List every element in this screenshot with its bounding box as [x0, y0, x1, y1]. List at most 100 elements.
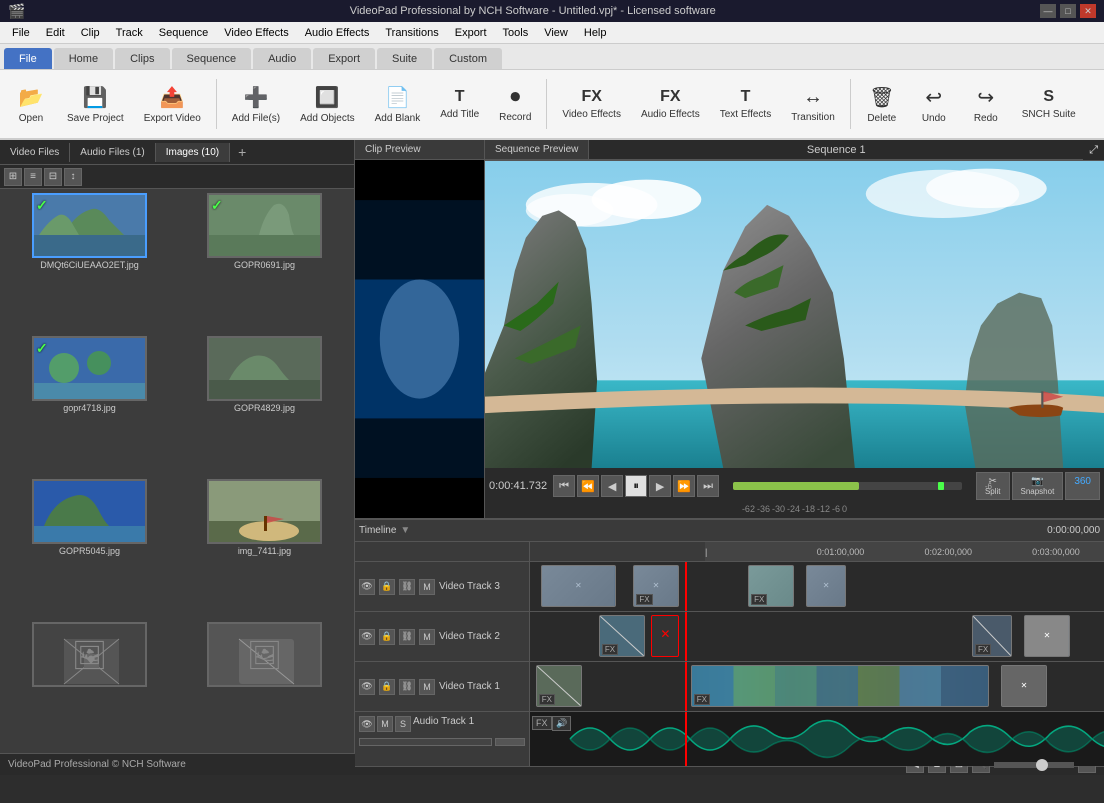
- thumbnail-item-0[interactable]: ✓DMQt6CiUEAAO2ET.jpg: [4, 193, 175, 332]
- file-tab-images--10-[interactable]: Images (10): [156, 143, 230, 162]
- undo-button[interactable]: ↩Undo: [909, 74, 959, 134]
- track3-mute-btn[interactable]: M: [419, 579, 435, 595]
- thumbnail-item-5[interactable]: img_7411.jpg: [179, 479, 350, 618]
- video-effects-button[interactable]: FXVideo Effects: [553, 74, 630, 134]
- track3-clip-4[interactable]: ✕: [806, 565, 846, 607]
- audio-speaker-btn[interactable]: 🔊: [552, 716, 571, 731]
- audio-eye-btn[interactable]: 👁: [359, 716, 375, 732]
- track3-lock-btn[interactable]: 🔒: [379, 579, 395, 595]
- menu-track[interactable]: Track: [108, 22, 151, 43]
- audio-pan-bar[interactable]: [495, 738, 525, 746]
- track2-clip-4[interactable]: ✕: [1024, 615, 1070, 657]
- audio-volume-bar[interactable]: [359, 738, 492, 746]
- play-pause-button[interactable]: ⏸: [625, 475, 647, 497]
- ribbon-tab-suite[interactable]: Suite: [377, 48, 432, 69]
- detail-view-btn[interactable]: ⊟: [44, 168, 62, 186]
- prev-frame-button[interactable]: ⏪: [577, 475, 599, 497]
- thumbnail-item-3[interactable]: GOPR4829.jpg: [179, 336, 350, 475]
- menu-transitions[interactable]: Transitions: [377, 22, 446, 43]
- track1-mute-btn[interactable]: M: [419, 679, 435, 695]
- open-button[interactable]: 📂Open: [6, 74, 56, 134]
- menu-view[interactable]: View: [536, 22, 576, 43]
- audio-fx-btn[interactable]: FX: [532, 716, 552, 730]
- track2-clip-2[interactable]: ✕: [651, 615, 680, 657]
- menu-video-effects[interactable]: Video Effects: [216, 22, 296, 43]
- file-tab-video-files[interactable]: Video Files: [0, 143, 70, 162]
- add-title-button[interactable]: TAdd Title: [431, 74, 488, 134]
- track1-clip-3[interactable]: ✕: [1001, 665, 1047, 707]
- menu-edit[interactable]: Edit: [38, 22, 73, 43]
- track1-clip-1[interactable]: FX: [536, 665, 582, 707]
- progress-bar[interactable]: -6: [733, 482, 962, 490]
- ribbon-tab-sequence[interactable]: Sequence: [172, 48, 252, 69]
- thumbnail-item-2[interactable]: ✓gopr4718.jpg: [4, 336, 175, 475]
- track3-clip-1[interactable]: ✕: [541, 565, 616, 607]
- track3-clip-2[interactable]: ✕ FX: [633, 565, 679, 607]
- add-files-button[interactable]: ➕Add File(s): [223, 74, 289, 134]
- thumbnail-view-btn[interactable]: ⊞: [4, 168, 22, 186]
- ribbon-tab-file[interactable]: File: [4, 48, 52, 69]
- ribbon-tab-export[interactable]: Export: [313, 48, 375, 69]
- track2-clip-3[interactable]: FX: [972, 615, 1012, 657]
- audio-mute-btn[interactable]: M: [377, 716, 393, 732]
- menu-export[interactable]: Export: [447, 22, 495, 43]
- track3-eye-btn[interactable]: 👁: [359, 579, 375, 595]
- audio-solo-btn[interactable]: S: [395, 716, 411, 732]
- menu-help[interactable]: Help: [576, 22, 615, 43]
- zoom-slider[interactable]: [994, 762, 1074, 768]
- maximize-button[interactable]: □: [1060, 4, 1076, 18]
- track1-clip-2[interactable]: FX: [691, 665, 989, 707]
- menu-clip[interactable]: Clip: [73, 22, 108, 43]
- goto-start-button[interactable]: ⏮: [553, 475, 575, 497]
- thumbnail-item-1[interactable]: ✓GOPR0691.jpg: [179, 193, 350, 332]
- save-project-button[interactable]: 💾Save Project: [58, 74, 133, 134]
- thumbnail-item-4[interactable]: GOPR5045.jpg: [4, 479, 175, 618]
- menu-tools[interactable]: Tools: [495, 22, 537, 43]
- add-file-tab-button[interactable]: +: [230, 140, 254, 164]
- record-button[interactable]: ⏺Record: [490, 74, 540, 134]
- thumbnail-item-7[interactable]: 🖼: [179, 622, 350, 749]
- menu-file[interactable]: File: [4, 22, 38, 43]
- delete-button[interactable]: 🗑Delete: [857, 74, 907, 134]
- ribbon-tab-clips[interactable]: Clips: [115, 48, 169, 69]
- close-button[interactable]: ✕: [1080, 4, 1096, 18]
- ribbon-tab-custom[interactable]: Custom: [434, 48, 502, 69]
- file-tab-audio-files--1-[interactable]: Audio Files (1): [70, 143, 155, 162]
- track2-lock-btn[interactable]: 🔒: [379, 629, 395, 645]
- track3-link-btn[interactable]: ⛓: [399, 579, 415, 595]
- clip-preview-tab[interactable]: Clip Preview: [355, 140, 484, 160]
- next-frame-button[interactable]: ⏩: [673, 475, 695, 497]
- track1-link-btn[interactable]: ⛓: [399, 679, 415, 695]
- 360-button[interactable]: 360: [1065, 472, 1100, 500]
- add-objects-button[interactable]: 🔲Add Objects: [291, 74, 363, 134]
- redo-button[interactable]: ↪Redo: [961, 74, 1011, 134]
- menu-sequence[interactable]: Sequence: [151, 22, 217, 43]
- export-video-button[interactable]: 📤Export Video: [135, 74, 210, 134]
- track2-mute-btn[interactable]: M: [419, 629, 435, 645]
- minimize-button[interactable]: —: [1040, 4, 1056, 18]
- track2-link-btn[interactable]: ⛓: [399, 629, 415, 645]
- split-button[interactable]: ✂Split: [976, 472, 1010, 500]
- sequence-preview-tab[interactable]: Sequence Preview: [485, 140, 589, 160]
- track2-eye-btn[interactable]: 👁: [359, 629, 375, 645]
- list-view-btn[interactable]: ≡: [24, 168, 42, 186]
- ribbon-tab-home[interactable]: Home: [54, 48, 113, 69]
- ribbon-tab-audio[interactable]: Audio: [253, 48, 311, 69]
- track2-clip-1[interactable]: FX: [599, 615, 645, 657]
- add-blank-button[interactable]: 📄Add Blank: [366, 74, 430, 134]
- snapshot-button[interactable]: 📷Snapshot: [1012, 472, 1064, 500]
- track1-lock-btn[interactable]: 🔒: [379, 679, 395, 695]
- thumbnail-item-6[interactable]: 🖼: [4, 622, 175, 749]
- audio-effects-button[interactable]: FXAudio Effects: [632, 74, 709, 134]
- sort-btn[interactable]: ↕: [64, 168, 82, 186]
- track3-clip-3[interactable]: FX: [748, 565, 794, 607]
- menu-audio-effects[interactable]: Audio Effects: [297, 22, 378, 43]
- track1-eye-btn[interactable]: 👁: [359, 679, 375, 695]
- zoom-handle[interactable]: [1036, 759, 1048, 771]
- goto-end-button[interactable]: ⏭: [697, 475, 719, 497]
- step-back-button[interactable]: ◀: [601, 475, 623, 497]
- text-effects-button[interactable]: TText Effects: [711, 74, 781, 134]
- fullscreen-btn[interactable]: ⤢: [1083, 142, 1104, 159]
- transition-button[interactable]: ↔Transition: [782, 74, 844, 134]
- step-forward-button[interactable]: ▶: [649, 475, 671, 497]
